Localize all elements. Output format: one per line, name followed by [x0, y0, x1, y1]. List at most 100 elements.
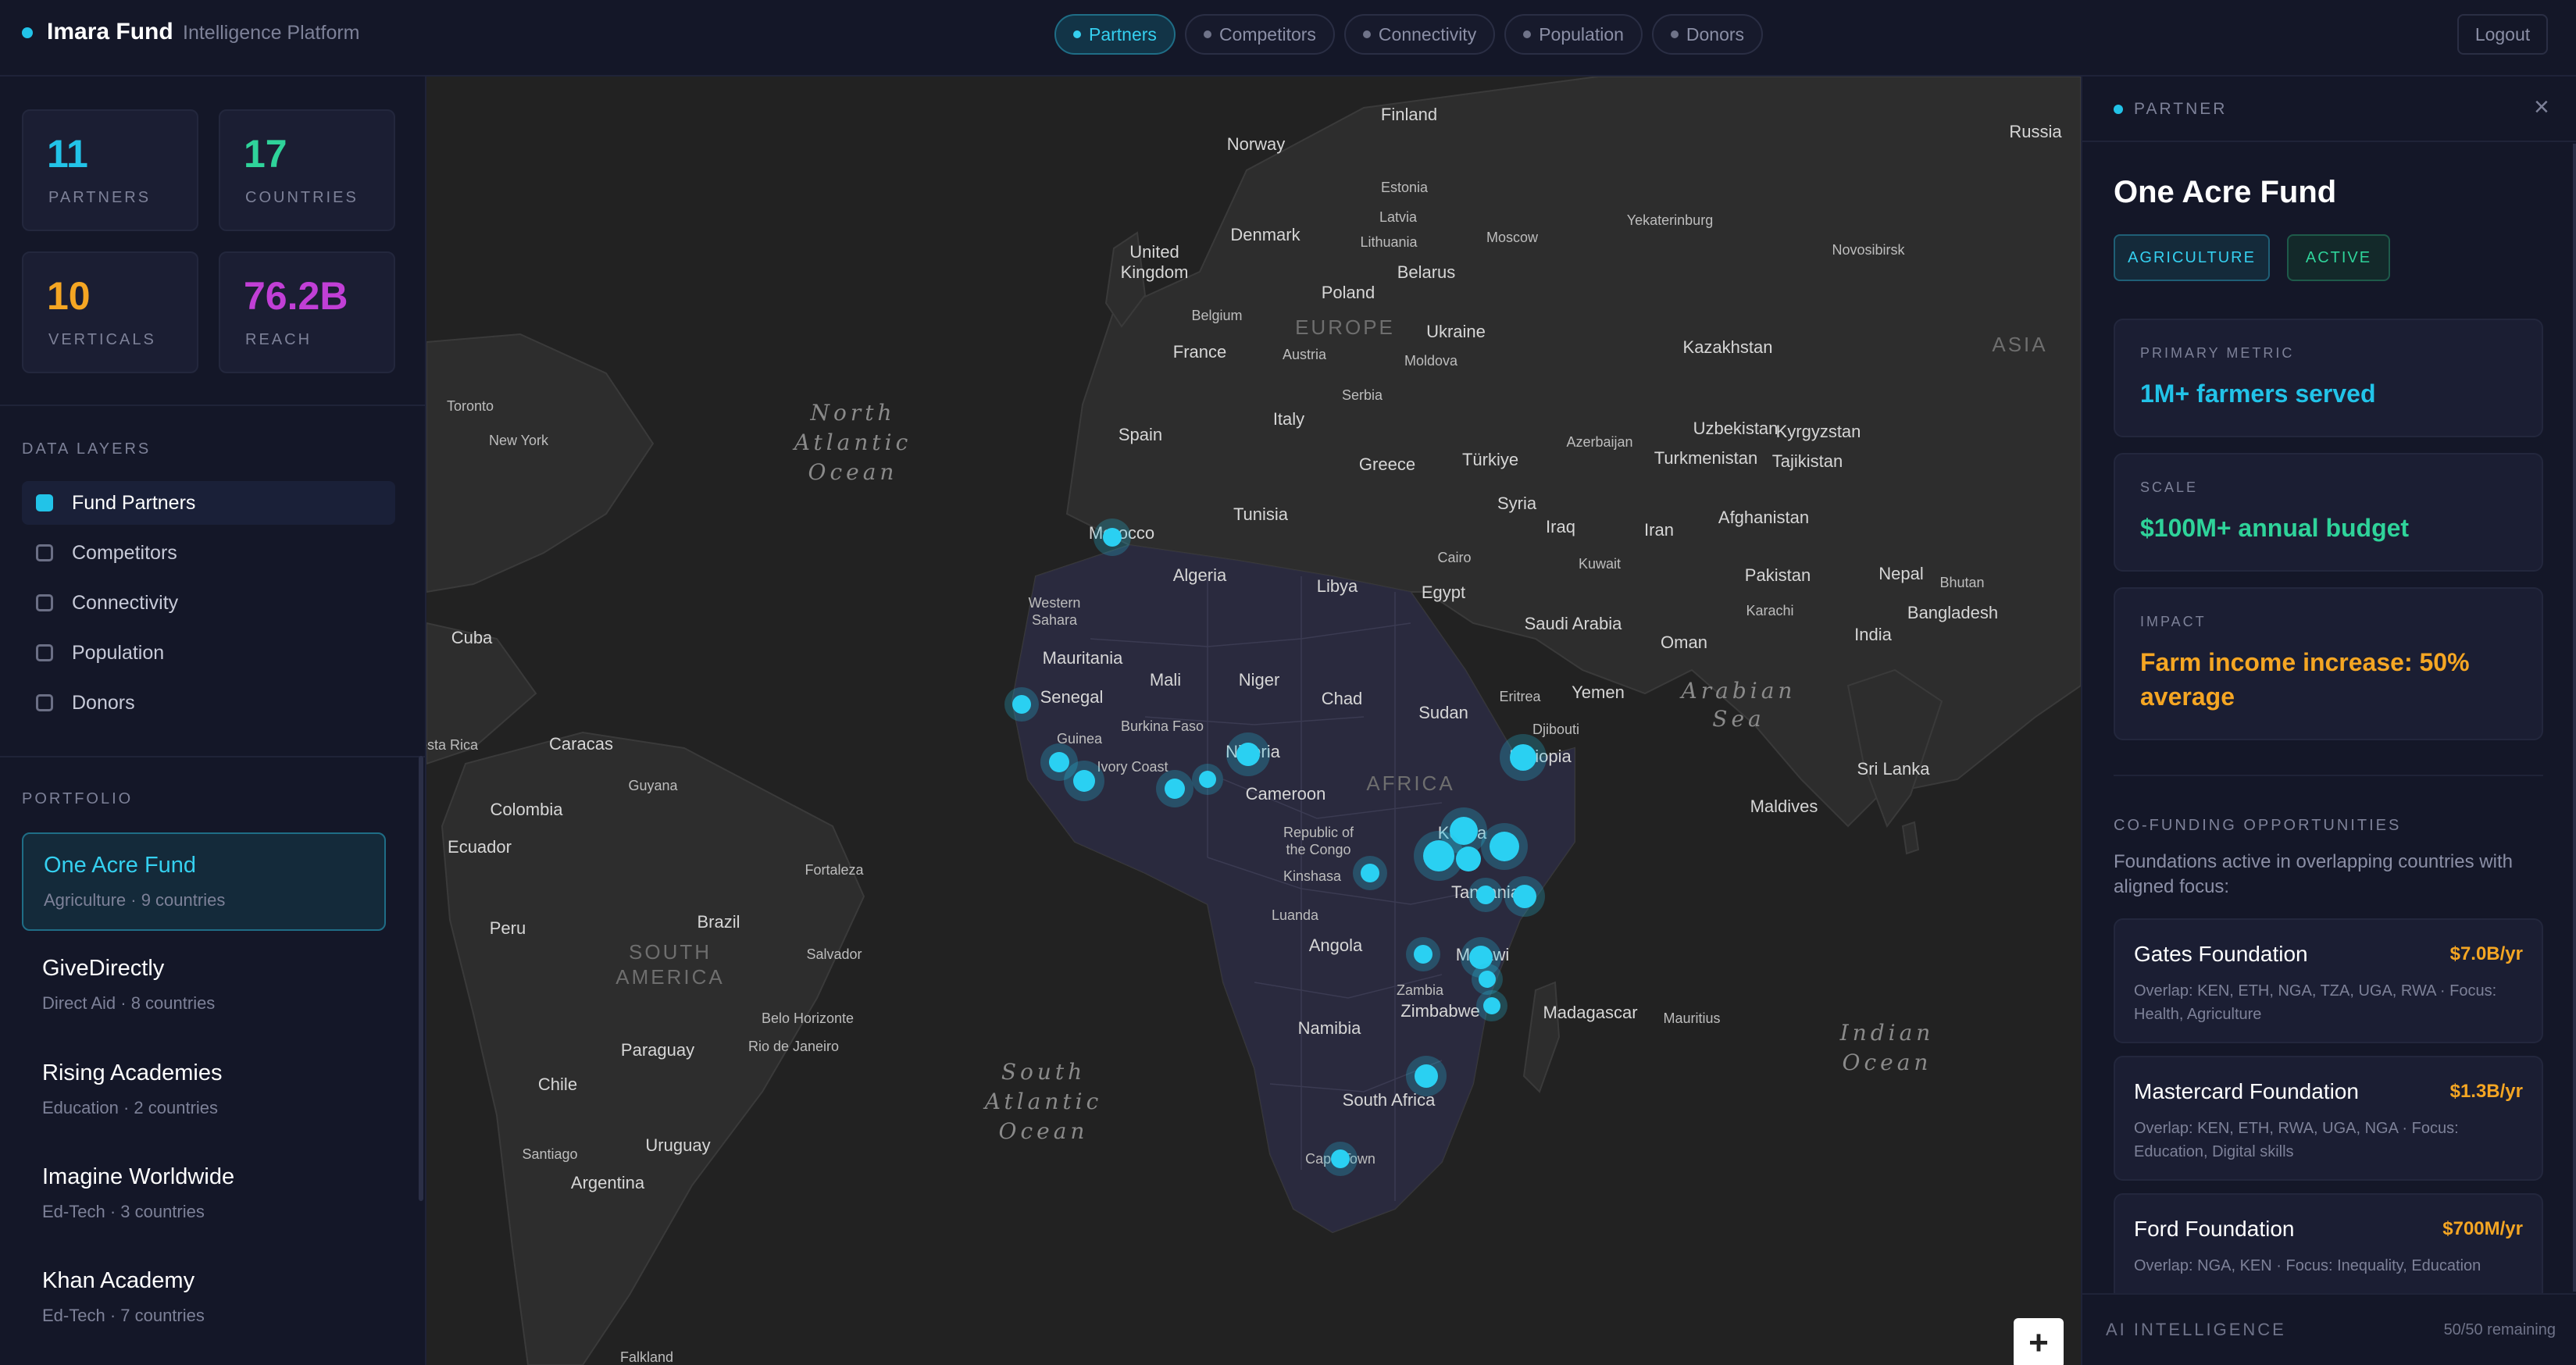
checkbox-checked-icon [36, 494, 53, 511]
place-label: Belo Horizonte [762, 1010, 854, 1026]
partner-marker [1510, 744, 1536, 771]
logout-button[interactable]: Logout [2457, 14, 2548, 55]
ai-intelligence-bar[interactable]: AI INTELLIGENCE 50/50 remaining [2082, 1293, 2576, 1365]
ai-remaining-count: 50/50 remaining [2443, 1321, 2556, 1338]
cofunding-title: CO-FUNDING OPPORTUNITIES [2114, 817, 2402, 834]
layer-competitors[interactable]: Competitors [22, 531, 395, 575]
portfolio-title: PORTFOLIO [22, 790, 134, 807]
ocean-label: Sea [1712, 706, 1764, 732]
place-label: Syria [1497, 494, 1537, 513]
place-label: Brazil [697, 912, 740, 932]
place-label: Egypt [1422, 583, 1465, 602]
place-label: Kuwait [1579, 556, 1621, 572]
place-label: Moldova [1404, 353, 1458, 369]
layer-label: Competitors [72, 541, 177, 564]
place-label: Iraq [1546, 517, 1575, 536]
portfolio-item-imagine-worldwide[interactable]: Imagine Worldwide Ed-Tech · 3 countries [22, 1146, 386, 1244]
place-label: Saudi Arabia [1525, 614, 1623, 633]
place-label: Senegal [1040, 687, 1104, 707]
place-label: Ecuador [448, 837, 512, 857]
place-label: Namibia [1298, 1018, 1361, 1038]
nav-tab-partners[interactable]: Partners [1054, 14, 1176, 55]
world-map[interactable]: North Atlantic Ocean South Atlantic Ocea… [426, 77, 2081, 1365]
metric-card-scale: SCALE $100M+ annual budget [2114, 453, 2543, 572]
stat-reach: 76.2B REACH [219, 251, 395, 373]
layer-population[interactable]: Population [22, 631, 395, 675]
panel-header: PARTNER × [2082, 77, 2576, 142]
partner-name: One Acre Fund [2114, 175, 2337, 209]
place-label: the Congo [1286, 842, 1350, 857]
foundation-card[interactable]: Gates Foundation $7.0B/yr Overlap: KEN, … [2114, 918, 2543, 1043]
layer-donors[interactable]: Donors [22, 681, 395, 725]
portfolio-item-rising-academies[interactable]: Rising Academies Education · 2 countries [22, 1042, 386, 1140]
foundation-card[interactable]: Mastercard Foundation $1.3B/yr Overlap: … [2114, 1056, 2543, 1181]
nav-tab-connectivity[interactable]: Connectivity [1343, 14, 1496, 55]
nav-tab-label: Donors [1686, 23, 1745, 45]
foundation-amount: $700M/yr [2442, 1218, 2523, 1239]
place-label: Cairo [1437, 550, 1471, 565]
place-label: Denmark [1230, 225, 1300, 244]
layer-label: Connectivity [72, 591, 179, 614]
layer-connectivity[interactable]: Connectivity [22, 581, 395, 625]
place-label: Zambia [1397, 982, 1444, 998]
partner-dot-icon [2114, 105, 2123, 114]
close-icon[interactable]: × [2534, 92, 2549, 123]
nav-tab-donors[interactable]: Donors [1651, 14, 1764, 55]
place-label: Latvia [1379, 209, 1418, 225]
portfolio-item-one-acre-fund[interactable]: One Acre Fund Agriculture · 9 countries [22, 832, 386, 931]
metric-label: SCALE [2140, 479, 2199, 495]
partner-detail-panel: PARTNER × One Acre Fund AGRICULTURE ACTI… [2081, 77, 2576, 1365]
portfolio-item-meta: Ed-Tech · 3 countries [42, 1202, 205, 1221]
nav-tab-population[interactable]: Population [1504, 14, 1643, 55]
layer-fund-partners[interactable]: Fund Partners [22, 481, 395, 525]
foundation-name: Ford Foundation [2134, 1217, 2295, 1241]
place-label: Lithuania [1360, 234, 1418, 250]
partner-marker [1165, 779, 1185, 799]
place-label: Serbia [1342, 387, 1383, 403]
checkbox-icon [36, 594, 53, 611]
foundation-amount: $7.0B/yr [2449, 943, 2523, 964]
ocean-label: Atlantic [792, 429, 912, 455]
zoom-in-button[interactable]: + [2014, 1318, 2064, 1365]
place-label: Mali [1150, 670, 1181, 690]
place-label: Salvador [806, 946, 862, 962]
foundation-overlap: Overlap: NGA, KEN · Focus: Inequality, E… [2134, 1257, 2481, 1274]
panel-scrollbar[interactable] [2573, 144, 2576, 1292]
portfolio-item-givedirectly[interactable]: GiveDirectly Direct Aid · 8 countries [22, 937, 386, 1035]
partner-marker [1483, 997, 1500, 1014]
place-label: Moscow [1486, 230, 1539, 245]
foundation-name: Gates Foundation [2134, 942, 2308, 966]
nav-tab-label: Connectivity [1378, 23, 1477, 45]
foundation-card[interactable]: Ford Foundation $700M/yr Overlap: NGA, K… [2114, 1193, 2543, 1303]
status-badge: ACTIVE [2287, 234, 2390, 281]
place-label: Niger [1239, 670, 1280, 690]
portfolio-item-khan-academy[interactable]: Khan Academy Ed-Tech · 7 countries [22, 1249, 386, 1348]
place-label: Ukraine [1426, 322, 1486, 341]
stat-value: 11 [47, 132, 88, 176]
nav-dot-icon [1670, 30, 1679, 38]
stat-value: 76.2B [244, 274, 348, 318]
layer-label: Population [72, 641, 165, 664]
ocean-label: Indian [1839, 1020, 1935, 1046]
place-label: Yemen [1572, 682, 1625, 702]
place-label: Chile [538, 1075, 577, 1094]
sidebar-scrollbar[interactable] [419, 756, 423, 1201]
place-label: Belarus [1397, 262, 1456, 282]
ai-title: AI INTELLIGENCE [2106, 1320, 2286, 1339]
place-label: Oman [1661, 633, 1707, 652]
data-layers-title: DATA LAYERS [22, 440, 152, 458]
partner-marker [1361, 864, 1379, 882]
place-label: Sahara [1032, 612, 1078, 628]
place-label: Burkina Faso [1121, 718, 1204, 734]
place-label: Austria [1283, 347, 1327, 362]
portfolio-item-meta: Education · 2 countries [42, 1098, 219, 1117]
map-canvas: North Atlantic Ocean South Atlantic Ocea… [426, 77, 2081, 1365]
continent-label: AFRICA [1366, 772, 1454, 795]
ocean-label: Ocean [1843, 1050, 1932, 1075]
continent-label: AMERICA [615, 965, 724, 989]
nav-tab-competitors[interactable]: Competitors [1184, 14, 1335, 55]
foundation-overlap: Overlap: KEN, ETH, NGA, TZA, UGA, RWA · … [2134, 982, 2497, 1023]
nav-dot-icon [1073, 30, 1081, 38]
partner-marker [1073, 770, 1095, 792]
place-label: New York [489, 433, 549, 448]
